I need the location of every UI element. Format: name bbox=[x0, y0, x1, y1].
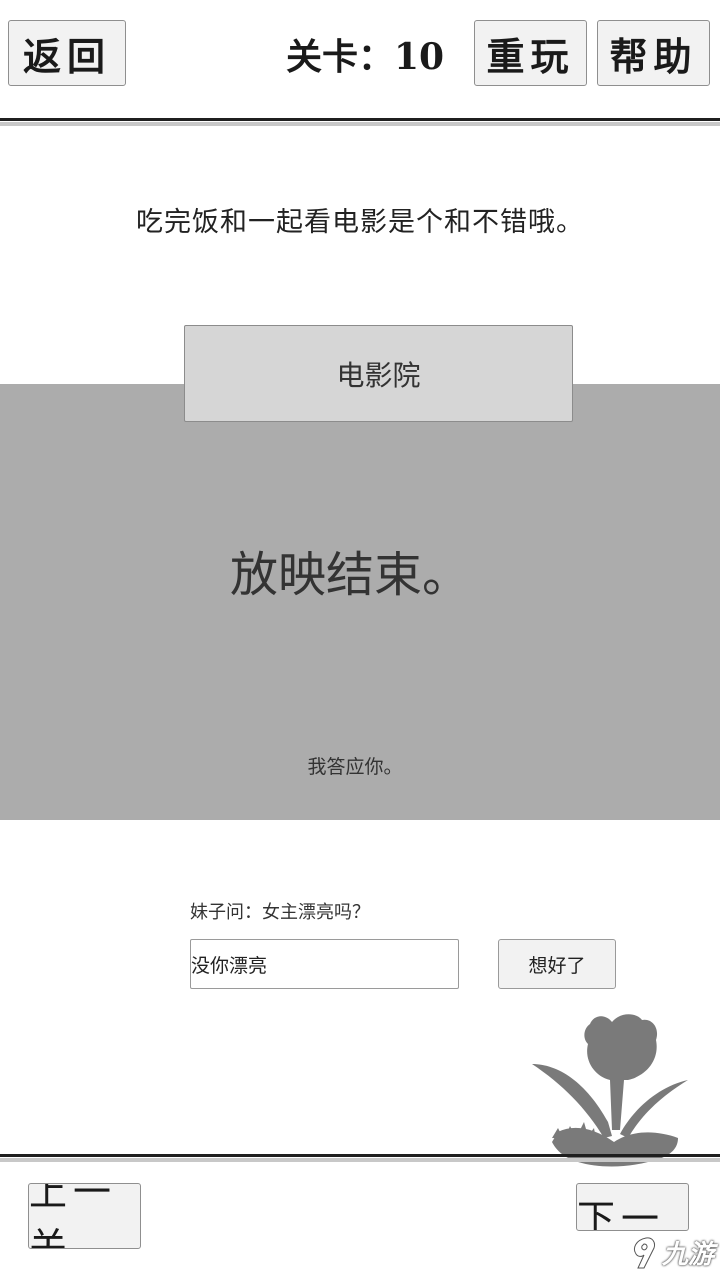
9you-logo-icon bbox=[633, 1236, 655, 1268]
footer-divider bbox=[0, 1154, 720, 1157]
puzzle-sentence: 吃完饭和一起看电影是个和不错哦。 bbox=[136, 207, 584, 238]
header-divider-shadow bbox=[0, 122, 720, 126]
scene-sub-text: 我答应你。 bbox=[307, 756, 403, 778]
game-screen: 返回 关卡：10 重玩 帮助 吃完饭和一起看电影是个和不错哦。 电影院 放映结束… bbox=[0, 0, 720, 1280]
answer-input[interactable] bbox=[190, 939, 459, 989]
watermark-text: 九游 bbox=[662, 1240, 715, 1270]
confirm-button[interactable]: 想好了 bbox=[498, 939, 616, 989]
header-divider bbox=[0, 118, 720, 121]
tulip-icon bbox=[532, 1014, 688, 1167]
footer-divider-shadow bbox=[0, 1158, 720, 1162]
question-label: 妹子问：女主漂亮吗？ bbox=[190, 902, 370, 923]
scene-main-text: 放映结束。 bbox=[229, 547, 470, 603]
replay-button[interactable]: 重玩 bbox=[474, 20, 587, 86]
watermark: 九游 bbox=[628, 1234, 714, 1271]
next-level-button[interactable]: 下一关 bbox=[576, 1183, 689, 1231]
help-button[interactable]: 帮助 bbox=[597, 20, 710, 86]
level-title: 关卡：10 bbox=[285, 36, 445, 78]
prev-level-button[interactable]: 上一关 bbox=[28, 1183, 141, 1249]
location-button[interactable]: 电影院 bbox=[184, 325, 573, 422]
back-button[interactable]: 返回 bbox=[8, 20, 126, 86]
